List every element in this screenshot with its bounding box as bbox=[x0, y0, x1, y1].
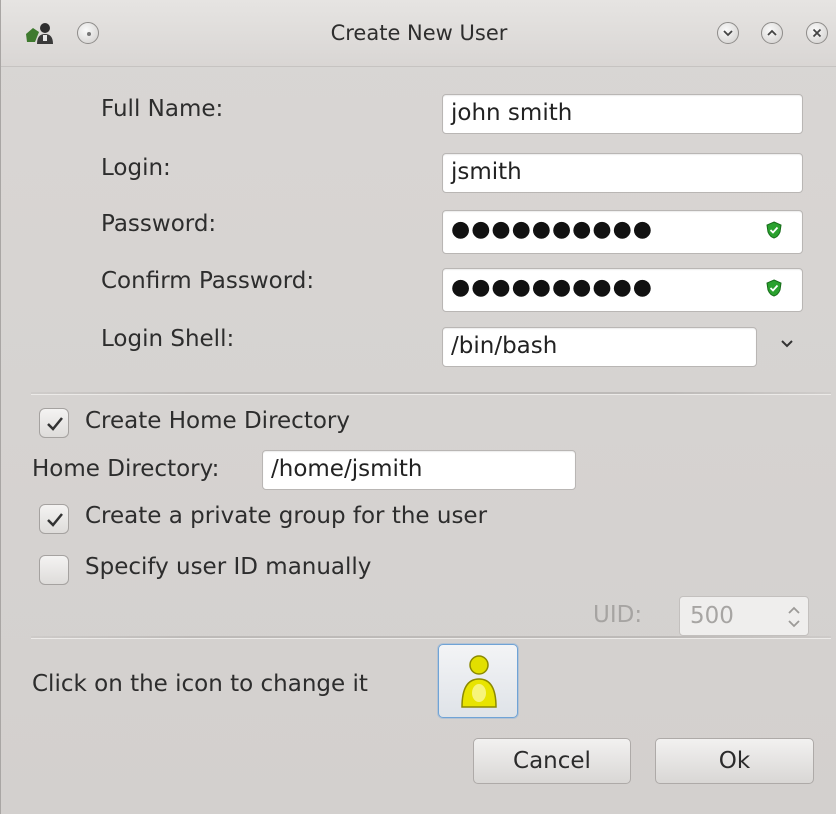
separator bbox=[31, 636, 831, 639]
home-directory-field[interactable]: /home/jsmith bbox=[262, 450, 576, 490]
icon-hint-label: Click on the icon to change it bbox=[32, 671, 368, 697]
separator bbox=[31, 392, 831, 395]
ok-button[interactable]: Ok bbox=[655, 738, 814, 784]
private-group-label[interactable]: Create a private group for the user bbox=[85, 503, 487, 529]
maximize-icon[interactable] bbox=[761, 22, 783, 44]
specify-uid-label[interactable]: Specify user ID manually bbox=[85, 554, 371, 580]
create-home-label[interactable]: Create Home Directory bbox=[85, 408, 350, 434]
uid-spinbox[interactable]: 500 bbox=[679, 596, 809, 636]
uid-value: 500 bbox=[690, 603, 734, 629]
specify-uid-checkbox[interactable] bbox=[39, 555, 69, 585]
confirm-password-value: ●●●●●●●●●● bbox=[451, 275, 653, 300]
home-directory-label: Home Directory: bbox=[32, 456, 220, 482]
password-value: ●●●●●●●●●● bbox=[451, 217, 653, 242]
window-title: Create New User bbox=[330, 21, 508, 45]
close-icon[interactable] bbox=[806, 22, 828, 44]
checkmark-icon bbox=[47, 417, 63, 431]
user-avatar-icon bbox=[461, 655, 497, 708]
title-bar[interactable]: Create New User bbox=[1, 0, 836, 67]
spin-arrows-icon[interactable] bbox=[786, 603, 802, 631]
checkmark-icon bbox=[47, 513, 63, 527]
login-field[interactable]: jsmith bbox=[442, 153, 803, 193]
private-group-checkbox[interactable] bbox=[39, 504, 69, 534]
confirm-password-label: Confirm Password: bbox=[101, 268, 315, 294]
full-name-field[interactable]: john smith bbox=[442, 94, 803, 134]
login-shell-combo[interactable]: /bin/bash bbox=[442, 327, 757, 367]
minimize-icon[interactable] bbox=[717, 22, 739, 44]
chevron-down-icon[interactable] bbox=[777, 333, 797, 353]
shield-check-icon bbox=[766, 279, 782, 297]
password-label: Password: bbox=[101, 211, 217, 237]
create-user-dialog: Create New User Full Name: john smith Lo… bbox=[0, 0, 836, 814]
user-icon-button[interactable] bbox=[438, 644, 518, 718]
password-field[interactable]: ●●●●●●●●●● bbox=[442, 210, 803, 254]
create-home-checkbox[interactable] bbox=[39, 408, 69, 438]
login-label: Login: bbox=[101, 155, 171, 181]
confirm-password-field[interactable]: ●●●●●●●●●● bbox=[442, 268, 803, 312]
shield-check-icon bbox=[766, 221, 782, 239]
uid-label: UID: bbox=[593, 602, 643, 628]
full-name-label: Full Name: bbox=[101, 96, 224, 122]
login-shell-label: Login Shell: bbox=[101, 326, 235, 352]
cancel-button[interactable]: Cancel bbox=[473, 738, 631, 784]
